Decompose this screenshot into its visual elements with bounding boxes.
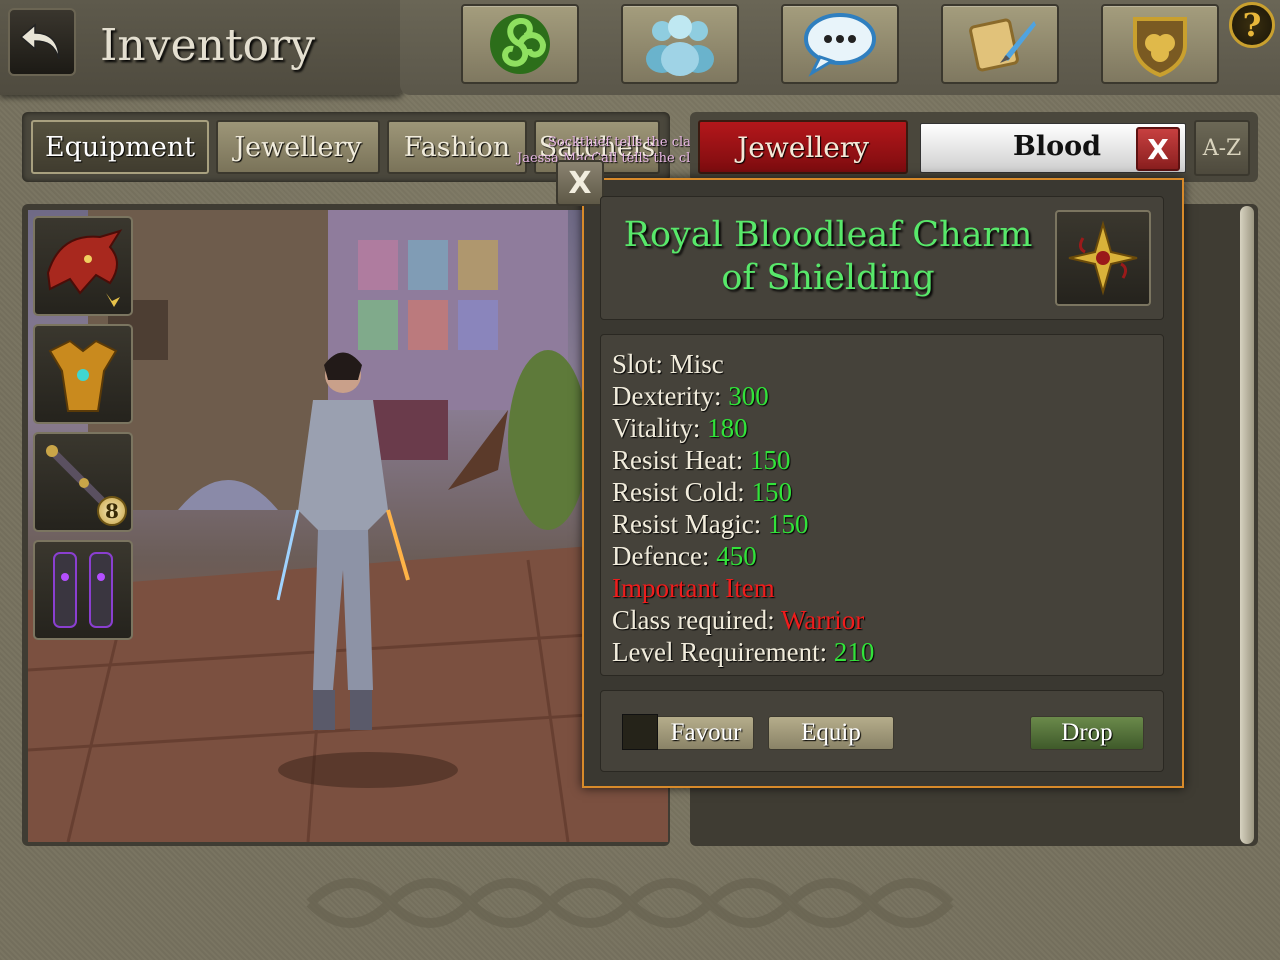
dragon-helm-icon [46,229,123,307]
back-button[interactable] [8,8,76,76]
item-name-line1: Royal Bloodleaf Charm [623,215,1033,255]
stat-resist-cold: Resist Cold: 150 [612,477,793,507]
group-icon [646,15,714,76]
drop-button[interactable]: Drop [1030,716,1144,750]
quests-button[interactable] [941,4,1059,84]
quest-scroll-icon [969,18,1036,72]
chat-button[interactable] [781,4,899,84]
skills-button[interactable] [461,4,579,84]
close-popup-button[interactable]: X [556,160,604,206]
item-name: Royal Bloodleaf Charm of Shielding [608,214,1048,300]
tab-equipment[interactable]: Equipment [31,120,209,174]
stat-resist-heat: Resist Heat: 150 [612,445,791,475]
class-requirement: Class required: Warrior [612,605,865,635]
equip-button[interactable]: Equip [768,716,894,750]
tab-jewellery[interactable]: Jewellery [216,120,380,174]
stat-resist-magic: Resist Magic: 150 [612,509,809,539]
equipment-slot-weapon[interactable]: 8 [33,432,133,532]
sort-az-button[interactable]: A-Z [1194,120,1250,176]
important-item-flag: Important Item [612,573,775,603]
stack-count-badge: 8 [97,496,127,526]
chat-bubble-icon [804,13,876,77]
help-button[interactable]: ? [1229,2,1275,48]
chest-armour-icon [48,339,118,412]
equipment-slot-legs[interactable] [33,540,133,640]
item-name-line2: of Shielding [721,258,935,298]
group-button[interactable] [621,4,739,84]
favour-checkbox[interactable] [622,714,658,750]
stat-vitality: Vitality: 180 [612,413,748,443]
greaves-icon [53,552,113,628]
celtic-knot-ornament [306,878,954,928]
tab-fashion[interactable]: Fashion [387,120,527,174]
item-icon-frame [1055,210,1151,306]
stat-defence: Defence: 450 [612,541,757,571]
stat-slot: Slot: Misc [612,349,724,379]
triskele-icon [490,14,550,74]
category-filter-button[interactable]: Jewellery [698,120,908,174]
equipment-slot-head[interactable] [33,216,133,316]
clan-shield-icon [1133,17,1187,78]
clan-button[interactable] [1101,4,1219,84]
stat-dexterity: Dexterity: 300 [612,381,769,411]
equipment-slot-chest[interactable] [33,324,133,424]
bloodleaf-charm-icon [1068,220,1138,296]
level-requirement: Level Requirement: 210 [612,637,875,667]
page-title: Inventory [100,20,316,71]
back-arrow-icon [19,23,60,60]
clear-search-button[interactable]: X [1136,127,1180,171]
list-scrollbar[interactable] [1240,206,1254,844]
